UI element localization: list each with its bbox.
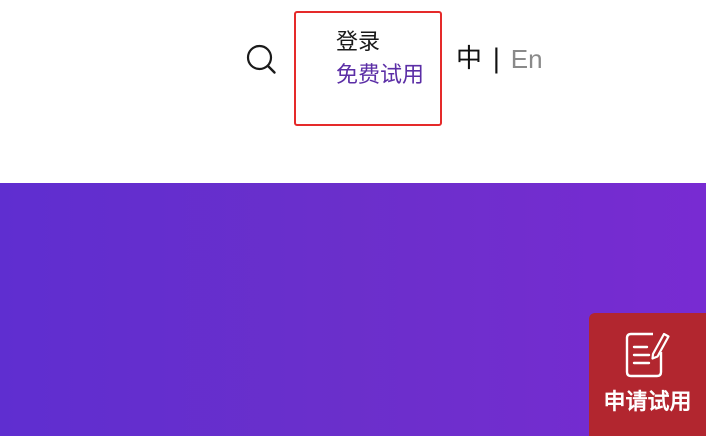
- apply-trial-button[interactable]: 申请试用: [589, 313, 706, 436]
- search-button[interactable]: [244, 42, 278, 76]
- apply-trial-label: 申请试用: [603, 390, 692, 415]
- language-switcher: 中 | En: [456, 42, 543, 76]
- top-header: 登录 免费试用 中 | En: [0, 0, 706, 183]
- login-link[interactable]: 登录: [336, 28, 380, 58]
- language-english[interactable]: En: [511, 42, 543, 76]
- search-icon: [246, 44, 276, 74]
- language-chinese[interactable]: 中: [456, 42, 482, 76]
- edit-document-icon: [625, 332, 670, 378]
- language-separator: |: [492, 44, 501, 74]
- free-trial-link[interactable]: 免费试用: [336, 61, 424, 91]
